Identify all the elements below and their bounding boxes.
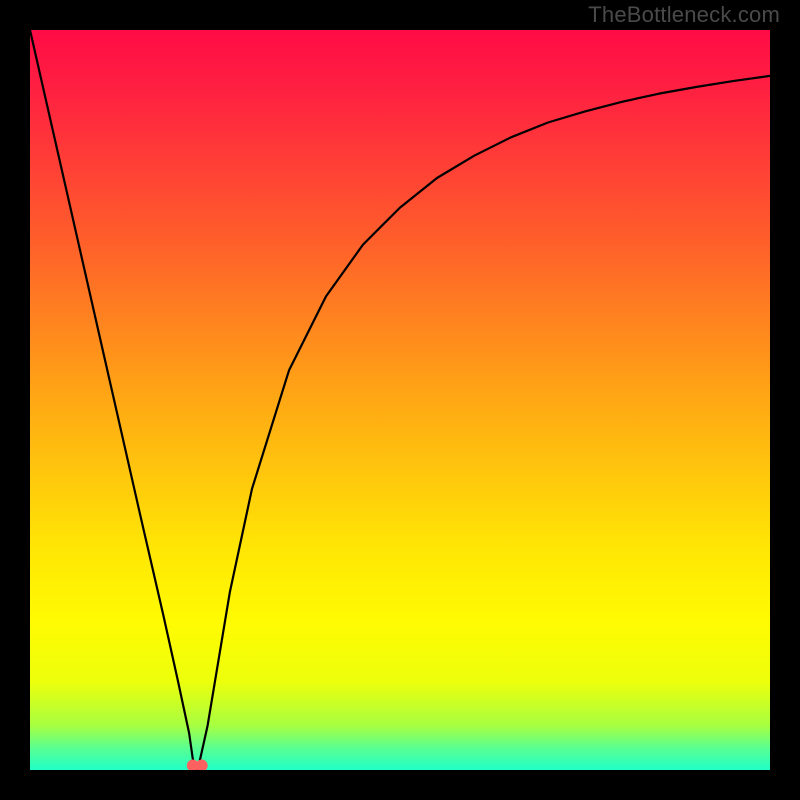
bottleneck-chart	[30, 30, 770, 770]
watermark-label: TheBottleneck.com	[588, 2, 780, 28]
chart-frame: TheBottleneck.com	[0, 0, 800, 800]
gradient-background	[30, 30, 770, 770]
plot-area	[30, 30, 770, 770]
